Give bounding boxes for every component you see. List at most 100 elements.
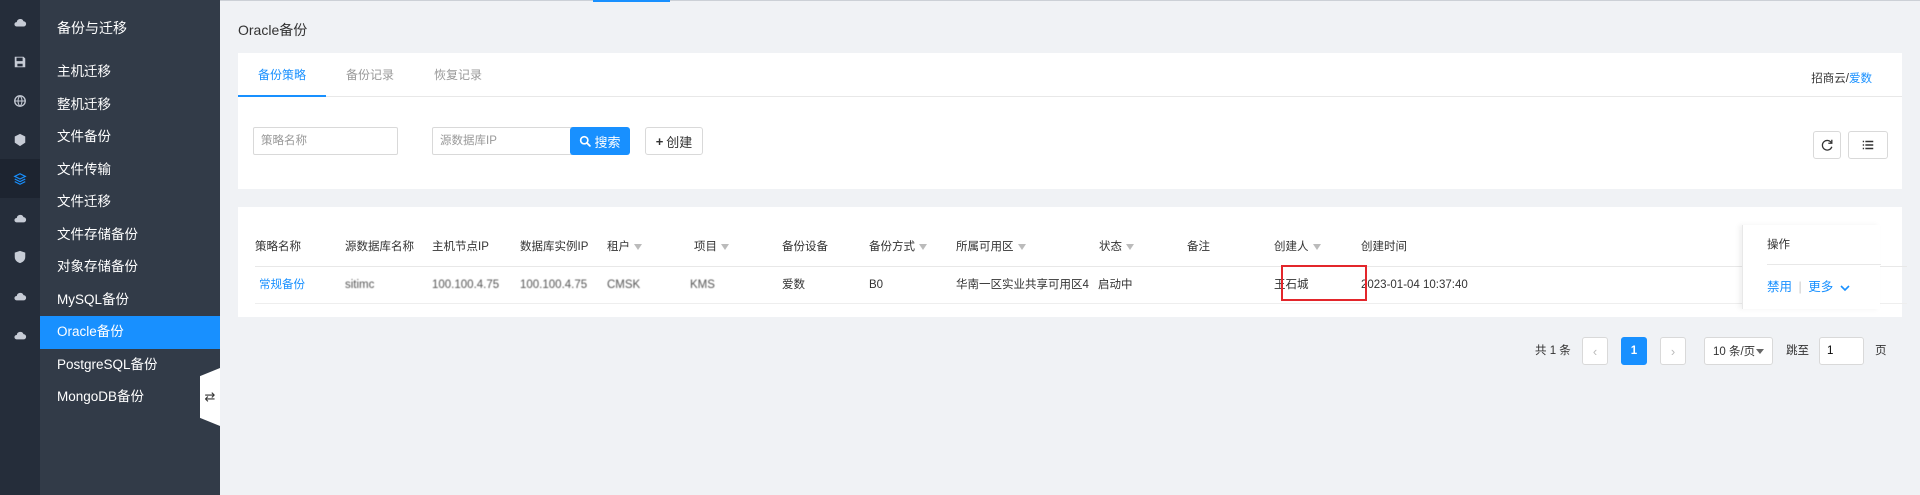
icon-rail: [0, 0, 40, 495]
more-dropdown[interactable]: 更多: [1808, 280, 1850, 294]
col-creator-label: 创建人: [1274, 241, 1309, 253]
device-cell: 爱数: [782, 279, 805, 291]
sidebar-item-file-backup[interactable]: 文件备份: [40, 121, 220, 154]
sidebar-menu: 备份与迁移 主机迁移 整机迁移 文件备份 文件传输 文件迁移 文件存储备份 对象…: [40, 0, 220, 495]
refresh-icon: [1821, 139, 1833, 151]
sidebar-item-mysql-backup[interactable]: MySQL备份: [40, 284, 220, 317]
sidebar-item-file-transfer[interactable]: 文件传输: [40, 154, 220, 187]
search-button-label: 搜索: [594, 134, 621, 150]
col-zone: 所属可用区: [956, 227, 1026, 267]
col-status: 状态: [1099, 227, 1134, 267]
policy-name-input[interactable]: [253, 127, 398, 155]
source-db-ip-input[interactable]: [432, 127, 576, 155]
refresh-button[interactable]: [1813, 131, 1841, 159]
disable-link[interactable]: 禁用: [1767, 280, 1792, 294]
col-operations: 操作: [1767, 225, 1881, 265]
more-label: 更多: [1808, 280, 1834, 294]
col-zone-label: 所属可用区: [956, 241, 1014, 253]
plus-icon: +: [655, 133, 664, 149]
policy-table-card: 策略名称 源数据库名称 主机节点IP 数据库实例IP 租户 项目 备份设备 备份…: [238, 207, 1907, 317]
method-cell: B0: [869, 279, 884, 291]
cloud-upload-icon[interactable]: [0, 198, 40, 237]
sidebar-item-oracle-backup[interactable]: Oracle备份: [40, 316, 220, 349]
filter-icon[interactable]: [1017, 243, 1026, 250]
jump-page-input[interactable]: [1819, 337, 1864, 365]
db-name-cell: sitimc: [345, 279, 375, 291]
disk-icon[interactable]: [0, 42, 40, 81]
col-created-time: 创建时间: [1361, 241, 1407, 253]
shield-icon[interactable]: [0, 237, 40, 276]
col-tenant: 租户: [607, 227, 642, 267]
caret-down-icon: [1756, 349, 1764, 354]
table-row: 常规备份 sitimc 100.100.4.75 100.100.4.75 CM…: [255, 267, 1907, 304]
column-settings-button[interactable]: [1848, 131, 1888, 159]
sidebar-item-postgresql-backup[interactable]: PostgreSQL备份: [40, 349, 220, 382]
filter-icon[interactable]: [1126, 243, 1134, 250]
tab-restore-records[interactable]: 恢复记录: [414, 53, 502, 97]
chevron-down-icon: [1840, 285, 1850, 291]
tenant-cell: CMSK: [607, 279, 641, 291]
host-ip-cell: 100.100.4.75: [432, 279, 500, 291]
globe-icon[interactable]: [0, 81, 40, 120]
col-host-ip: 主机节点IP: [432, 241, 489, 253]
page-size-value: 10 条/页: [1713, 346, 1756, 358]
col-method-label: 备份方式: [869, 241, 915, 253]
page-1-button[interactable]: 1: [1621, 337, 1647, 365]
create-button-label: 创建: [666, 134, 693, 150]
operations-column: 操作 禁用 | 更多: [1742, 225, 1881, 309]
project-cell: KMS: [690, 279, 715, 291]
filter-icon[interactable]: [721, 243, 729, 250]
next-page-button[interactable]: ›: [1660, 337, 1686, 365]
chevron-left-icon: ‹: [1592, 343, 1598, 359]
instance-ip-cell: 100.100.4.75: [520, 279, 588, 291]
col-remark: 备注: [1187, 241, 1210, 253]
cloud-download-icon[interactable]: [0, 276, 40, 315]
chevron-right-icon: ›: [1670, 343, 1676, 359]
breadcrumb-link[interactable]: 爱数: [1849, 73, 1872, 85]
cube-icon[interactable]: [0, 120, 40, 159]
sidebar-title: 备份与迁移: [57, 20, 127, 36]
sidebar-item-file-storage-backup[interactable]: 文件存储备份: [40, 219, 220, 252]
sidebar-item-file-migration[interactable]: 文件迁移: [40, 186, 220, 219]
layers-icon[interactable]: [0, 159, 40, 198]
prev-page-button[interactable]: ‹: [1582, 337, 1608, 365]
main-content: Oracle备份 备份策略 备份记录 恢复记录 招商云/爱数 搜索 + 创建: [220, 0, 1920, 495]
cloud-sync-icon[interactable]: [0, 315, 40, 354]
policy-name-link[interactable]: 常规备份: [259, 267, 305, 304]
col-project: 项目: [694, 227, 729, 267]
page-title: Oracle备份: [238, 22, 308, 38]
col-tenant-label: 租户: [607, 241, 630, 253]
status-cell: 启动中: [1098, 279, 1133, 291]
sidebar-item-host-migration[interactable]: 主机迁移: [40, 56, 220, 89]
list-icon: [1862, 140, 1874, 150]
tab-backup-records[interactable]: 备份记录: [326, 53, 414, 97]
create-button[interactable]: + 创建: [645, 127, 703, 155]
col-instance-ip: 数据库实例IP: [520, 241, 589, 253]
col-method: 备份方式: [869, 227, 927, 267]
search-button[interactable]: 搜索: [570, 127, 630, 155]
filter-icon[interactable]: [634, 243, 642, 250]
tab-backup-policy[interactable]: 备份策略: [238, 53, 326, 97]
status-highlight-box: [1281, 265, 1367, 301]
filter-icon[interactable]: [1312, 243, 1321, 250]
page-size-select[interactable]: 10 条/页: [1704, 337, 1773, 365]
page-suffix: 页: [1875, 345, 1887, 357]
sidebar-item-mongodb-backup[interactable]: MongoDB备份: [40, 381, 220, 414]
search-icon: [580, 135, 592, 147]
breadcrumb: 招商云/爱数: [1811, 70, 1872, 86]
zone-cell: 华南一区实业共享可用区4: [956, 279, 1089, 291]
sidebar-item-full-migration[interactable]: 整机迁移: [40, 89, 220, 122]
top-accent-bar: [593, 0, 670, 2]
top-divider: [220, 0, 1920, 1]
col-policy-name: 策略名称: [255, 241, 301, 253]
col-project-label: 项目: [694, 241, 717, 253]
col-operations-label: 操作: [1767, 239, 1790, 251]
sidebar-item-object-storage-backup[interactable]: 对象存储备份: [40, 251, 220, 284]
cloud-icon[interactable]: [0, 3, 40, 42]
sidebar-collapse-toggle[interactable]: ⇄: [200, 368, 220, 426]
filter-icon[interactable]: [919, 243, 927, 250]
created-time-cell: 2023-01-04 10:37:40: [1361, 279, 1468, 291]
col-status-label: 状态: [1099, 241, 1122, 253]
pagination-total: 共 1 条: [1535, 345, 1571, 357]
table-header: 策略名称 源数据库名称 主机节点IP 数据库实例IP 租户 项目 备份设备 备份…: [255, 227, 1907, 267]
